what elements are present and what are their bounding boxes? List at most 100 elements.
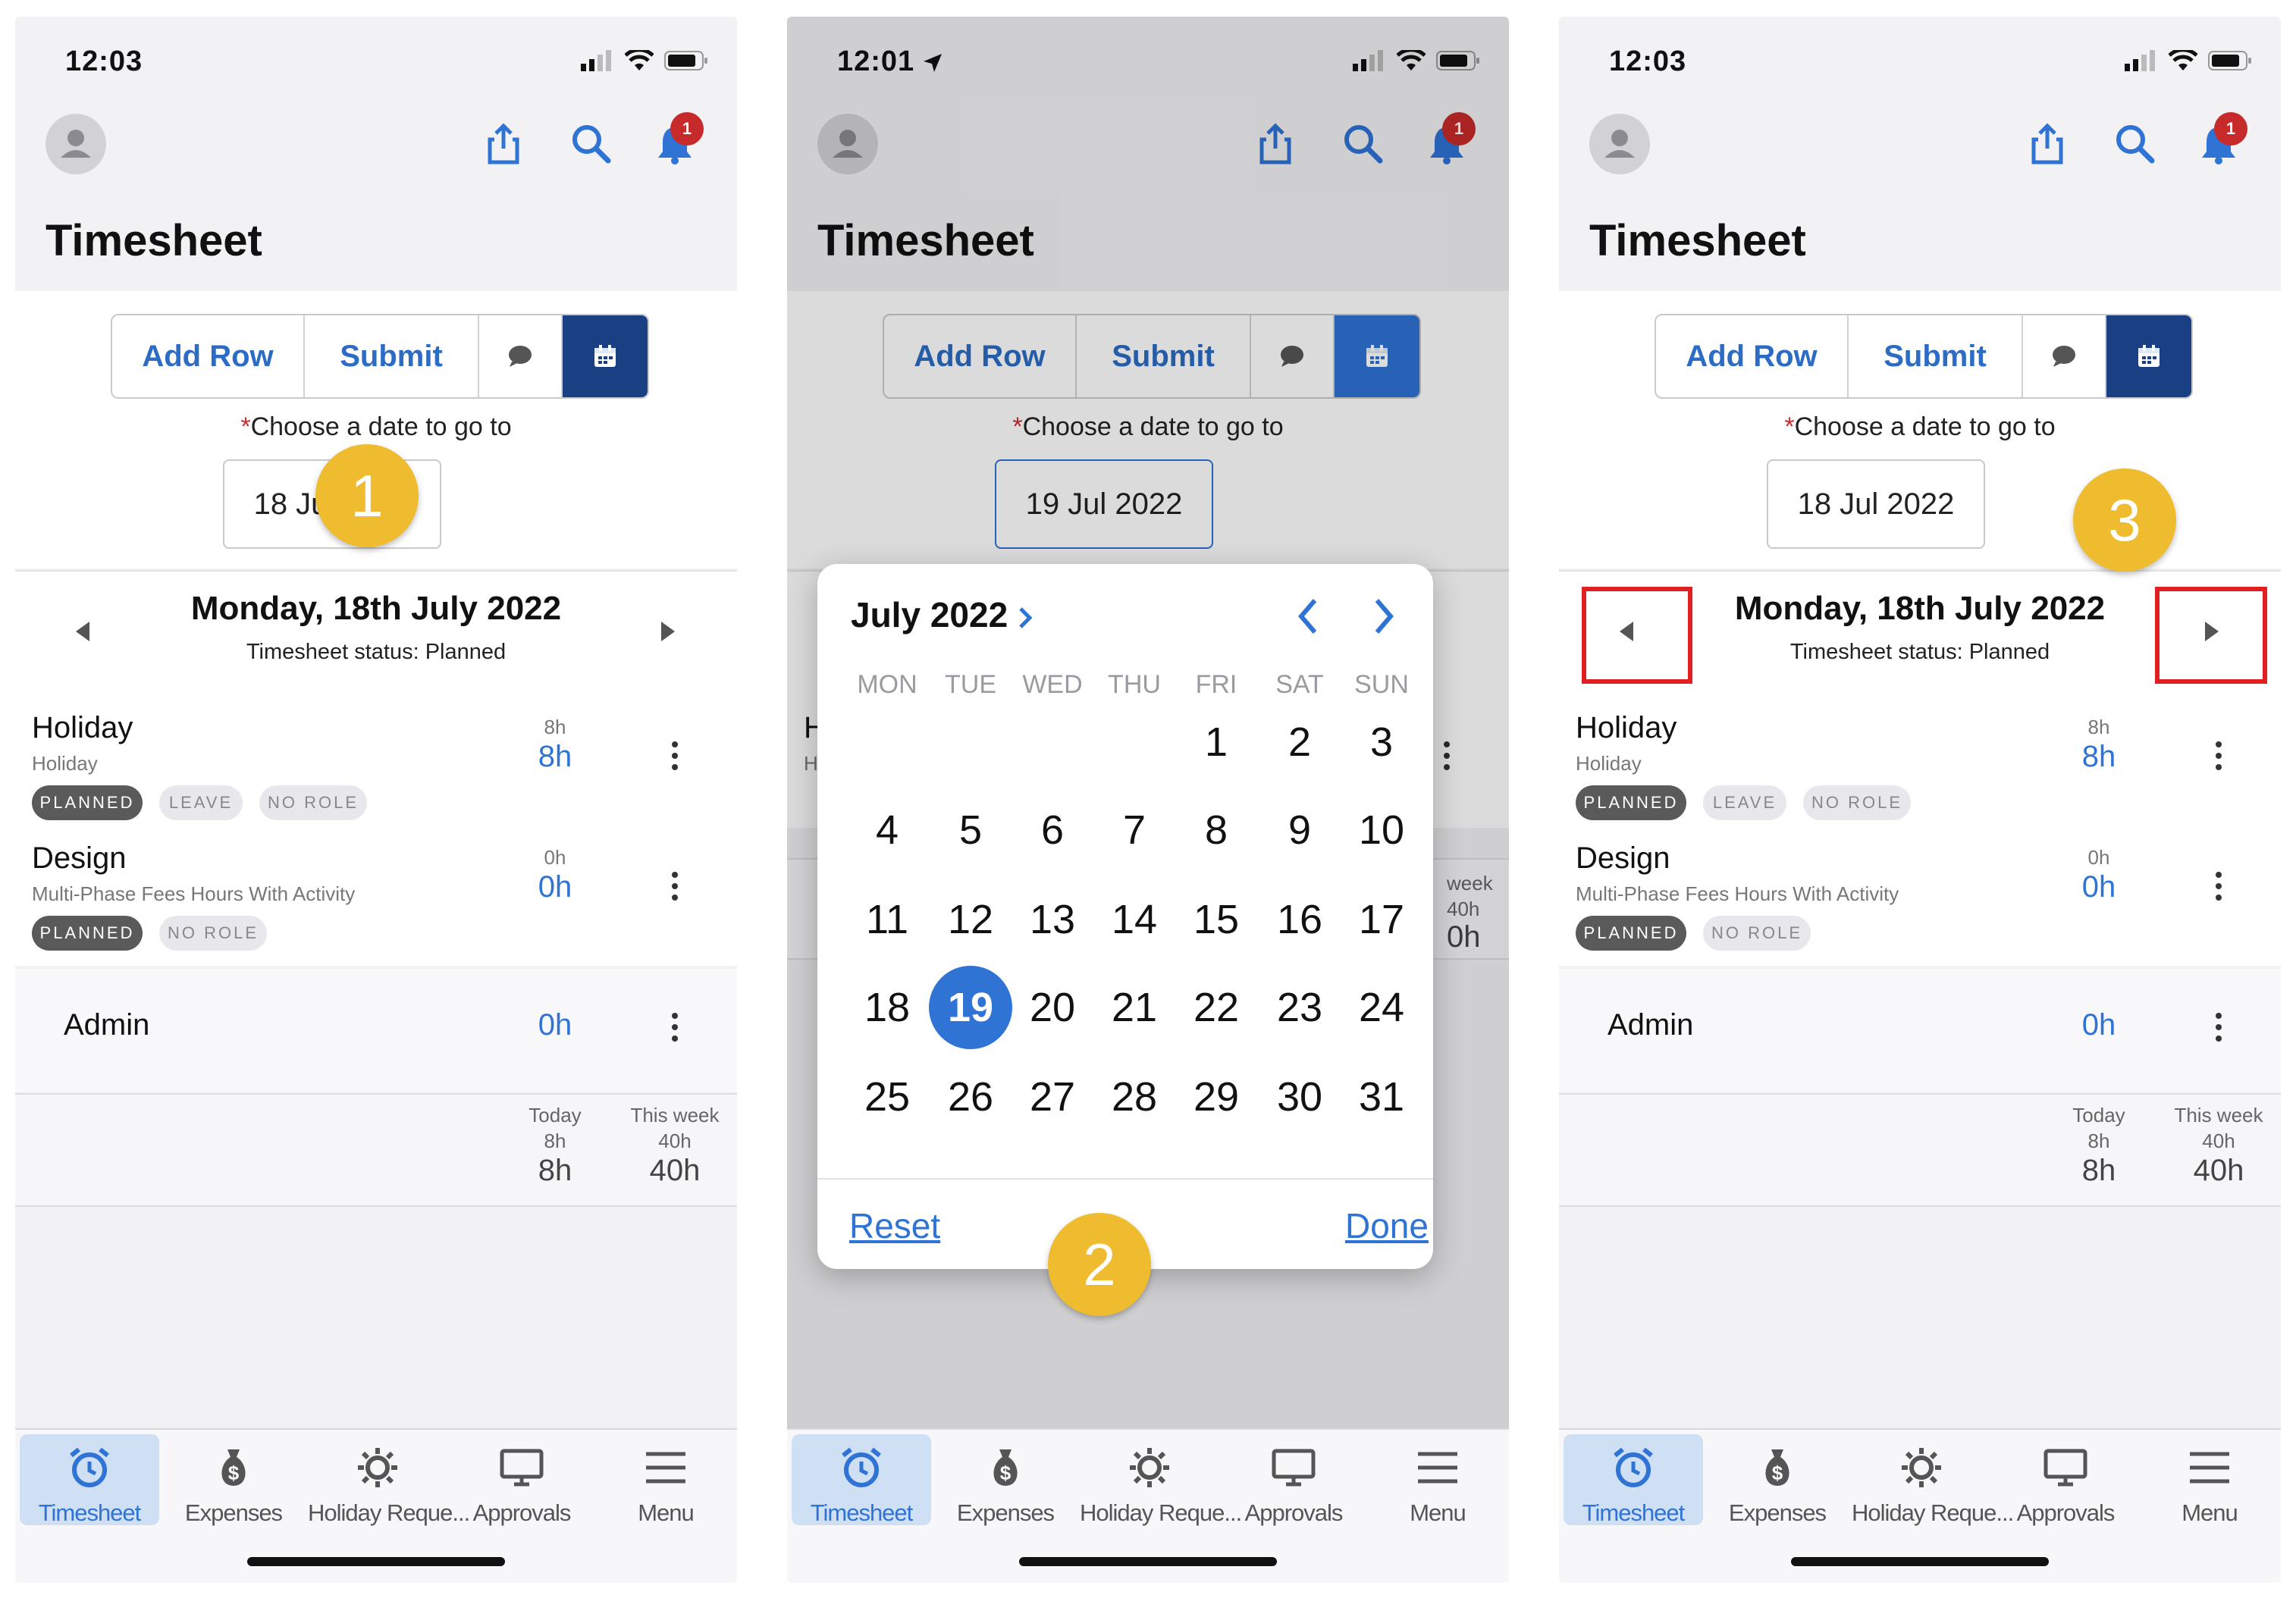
entry-hours-input[interactable]: 8h — [517, 740, 593, 774]
calendar-day[interactable]: 9 — [1258, 788, 1341, 872]
monitor-icon — [500, 1449, 544, 1487]
entry-row-admin[interactable]: Admin 0h — [1559, 969, 2281, 1092]
calendar-day[interactable]: 7 — [1093, 788, 1176, 872]
previous-day-icon[interactable] — [76, 622, 89, 641]
status-time-text: 12:03 — [1609, 45, 1687, 77]
calendar-day[interactable]: 15 — [1175, 878, 1258, 961]
entry-hours-input[interactable]: 8h — [2061, 740, 2137, 774]
calendar-day[interactable]: 11 — [845, 878, 929, 961]
comment-button[interactable] — [479, 315, 563, 397]
calendar-day[interactable]: 30 — [1258, 1055, 1341, 1139]
nav-menu[interactable]: Menu — [2140, 1434, 2279, 1526]
calendar-day[interactable]: 13 — [1011, 878, 1094, 961]
notifications-button[interactable]: 1 — [654, 112, 704, 168]
nav-label: Timesheet — [810, 1499, 914, 1526]
date-input[interactable]: 18 Jul 2022 — [1767, 459, 1985, 549]
nav-approvals[interactable]: Approvals — [1224, 1434, 1363, 1526]
calendar-day[interactable]: 25 — [845, 1055, 929, 1139]
nav-timesheet[interactable]: Timesheet — [20, 1434, 159, 1526]
week-total: 40h — [2193, 1154, 2244, 1187]
entry-planned-hours: 8h — [2087, 716, 2110, 738]
calendar-day[interactable]: 26 — [929, 1055, 1012, 1139]
next-day-icon[interactable] — [661, 622, 675, 641]
entry-row-holiday[interactable]: Holiday Holiday PLANNED LEAVE NO ROLE 8h… — [15, 694, 737, 828]
calendar-day[interactable]: 22 — [1175, 966, 1258, 1049]
more-options-icon[interactable] — [672, 872, 678, 906]
search-icon[interactable] — [2114, 123, 2156, 165]
calendar-day[interactable]: 3 — [1340, 700, 1423, 784]
nav-holiday-requests[interactable]: Holiday Reque... — [1080, 1434, 1242, 1526]
calendar-day[interactable]: 27 — [1011, 1055, 1094, 1139]
add-row-button[interactable]: Add Row — [112, 315, 305, 397]
entry-hours-input[interactable]: 0h — [2061, 870, 2137, 904]
calendar-day[interactable]: 5 — [929, 788, 1012, 872]
calendar-day[interactable]: 20 — [1011, 966, 1094, 1049]
phone-screen-3: 12:03 1 Timesheet Add Row Submit *Choose… — [1559, 17, 2281, 1583]
calendar-button[interactable] — [2106, 315, 2191, 397]
calendar-day[interactable]: 23 — [1258, 966, 1341, 1049]
calendar-day[interactable]: 8 — [1175, 788, 1258, 872]
entry-hours-input[interactable]: 0h — [2061, 1008, 2137, 1042]
share-icon[interactable] — [485, 123, 522, 165]
entry-row-holiday[interactable]: Holiday Holiday PLANNED LEAVE NO ROLE 8h… — [1559, 694, 2281, 828]
calendar-day[interactable]: 10 — [1340, 788, 1423, 872]
calendar-day[interactable]: 28 — [1093, 1055, 1176, 1139]
entry-row-design[interactable]: Design Multi-Phase Fees Hours With Activ… — [1559, 828, 2281, 966]
submit-button[interactable]: Submit — [1849, 315, 2023, 397]
nav-expenses[interactable]: $ Expenses — [936, 1434, 1075, 1526]
more-options-icon[interactable] — [2216, 741, 2222, 776]
entry-row-design[interactable]: Design Multi-Phase Fees Hours With Activ… — [15, 828, 737, 966]
nav-approvals[interactable]: Approvals — [1996, 1434, 2135, 1526]
chip-no-role: NO ROLE — [1803, 785, 1911, 820]
nav-holiday-requests[interactable]: Holiday Reque... — [308, 1434, 470, 1526]
nav-menu[interactable]: Menu — [596, 1434, 736, 1526]
calendar-day[interactable]: 14 — [1093, 878, 1176, 961]
avatar[interactable] — [45, 114, 106, 174]
calendar-day[interactable]: 18 — [845, 966, 929, 1049]
app-header: 1 — [1559, 100, 2281, 176]
search-icon[interactable] — [570, 123, 613, 165]
calendar-day[interactable]: 31 — [1340, 1055, 1423, 1139]
nav-timesheet[interactable]: Timesheet — [792, 1434, 931, 1526]
calendar-day[interactable]: 29 — [1175, 1055, 1258, 1139]
calendar-day[interactable]: 17 — [1340, 878, 1423, 961]
comment-button[interactable] — [2023, 315, 2106, 397]
today-total: 8h — [2081, 1154, 2116, 1187]
previous-month-icon[interactable] — [1295, 597, 1321, 635]
nav-menu[interactable]: Menu — [1368, 1434, 1507, 1526]
nav-holiday-requests[interactable]: Holiday Reque... — [1852, 1434, 2014, 1526]
next-month-icon[interactable] — [1371, 597, 1397, 635]
more-options-icon[interactable] — [2216, 872, 2222, 906]
done-button[interactable]: Done — [1345, 1205, 1429, 1246]
more-options-icon[interactable] — [2216, 1013, 2222, 1047]
nav-expenses[interactable]: $ Expenses — [1708, 1434, 1847, 1526]
nav-approvals[interactable]: Approvals — [452, 1434, 591, 1526]
calendar-day[interactable]: 2 — [1258, 700, 1341, 784]
reset-button[interactable]: Reset — [849, 1205, 940, 1246]
calendar-day[interactable]: 12 — [929, 878, 1012, 961]
share-icon[interactable] — [2029, 123, 2065, 165]
required-asterisk: * — [1784, 412, 1795, 441]
calendar-day[interactable]: 6 — [1011, 788, 1094, 872]
more-options-icon[interactable] — [672, 741, 678, 776]
more-options-icon[interactable] — [672, 1013, 678, 1047]
nav-label: Holiday Reque... — [308, 1499, 470, 1526]
choose-date-text: Choose a date to go to — [250, 412, 512, 441]
avatar[interactable] — [1589, 114, 1650, 174]
calendar-button[interactable] — [563, 315, 648, 397]
add-row-button[interactable]: Add Row — [1656, 315, 1849, 397]
nav-expenses[interactable]: $ Expenses — [164, 1434, 303, 1526]
nav-timesheet[interactable]: Timesheet — [1564, 1434, 1703, 1526]
calendar-day[interactable]: 4 — [845, 788, 929, 872]
entry-row-admin[interactable]: Admin 0h — [15, 969, 737, 1092]
calendar-day[interactable]: 1 — [1175, 700, 1258, 784]
notifications-button[interactable]: 1 — [2197, 112, 2247, 168]
calendar-day-selected[interactable]: 19 — [929, 966, 1012, 1049]
entry-hours-input[interactable]: 0h — [517, 1008, 593, 1042]
entry-hours-input[interactable]: 0h — [517, 870, 593, 904]
calendar-day[interactable]: 24 — [1340, 966, 1423, 1049]
calendar-day[interactable]: 16 — [1258, 878, 1341, 961]
calendar-day[interactable]: 21 — [1093, 966, 1176, 1049]
submit-button[interactable]: Submit — [305, 315, 479, 397]
calendar-month-button[interactable]: July 2022 — [851, 594, 1034, 635]
